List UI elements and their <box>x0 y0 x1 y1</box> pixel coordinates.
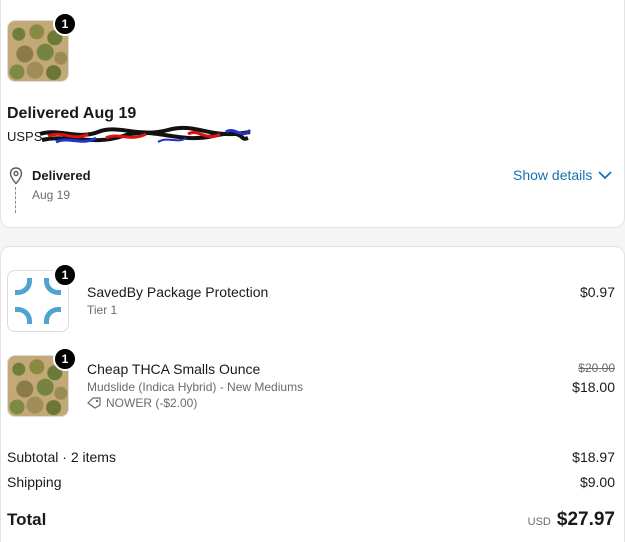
discount-code: NOWER (-$2.00) <box>87 396 197 410</box>
status-label: Delivered <box>32 168 91 183</box>
total-amount-group: USD $27.97 <box>528 509 615 531</box>
item-price: $0.97 <box>579 284 615 300</box>
redacted-tracking-scribble <box>39 125 252 144</box>
tag-icon <box>87 397 101 409</box>
show-details-label: Show details <box>513 167 593 183</box>
item-price: $18.00 <box>572 379 615 395</box>
quantity-badge: 1 <box>53 12 77 36</box>
original-price: $20.00 <box>578 361 615 375</box>
show-details-link[interactable]: Show details <box>513 167 613 183</box>
timeline-line <box>15 187 16 213</box>
chevron-down-icon <box>598 170 613 179</box>
item-name: Cheap THCA Smalls Ounce <box>87 361 261 377</box>
total-label: Total <box>7 510 47 529</box>
currency-code: USD <box>527 516 551 528</box>
shipping-label: Shipping <box>7 474 62 490</box>
quantity-badge: 1 <box>53 347 77 371</box>
total-amount: $27.97 <box>556 509 615 530</box>
location-pin-icon <box>9 167 23 185</box>
shipping-value: $9.00 <box>579 474 615 490</box>
discount-label: NOWER (-$2.00) <box>106 396 198 410</box>
item-variant: Tier 1 <box>87 303 118 317</box>
subtotal-value: $18.97 <box>572 449 615 465</box>
subtotal-label: Subtotal · 2 items <box>7 449 116 465</box>
quantity-badge: 1 <box>53 263 77 287</box>
delivery-title: Delivered Aug 19 <box>7 105 137 122</box>
item-name: SavedBy Package Protection <box>87 284 269 300</box>
item-variant: Mudslide (Indica Hybrid) - New Mediums <box>87 380 304 394</box>
status-date: Aug 19 <box>32 188 71 202</box>
